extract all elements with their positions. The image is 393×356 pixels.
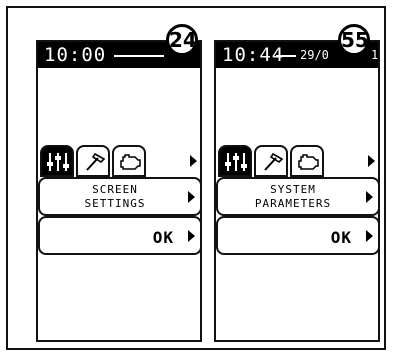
callout-number: 55	[338, 24, 370, 56]
ok-button[interactable]: OK	[216, 216, 380, 255]
ok-label: OK	[152, 228, 174, 247]
hammer-icon	[264, 152, 284, 171]
arrow-right-icon[interactable]	[368, 155, 375, 167]
ok-button[interactable]: OK	[38, 216, 202, 255]
menu-item-panel[interactable]: SCREEN SETTINGS	[38, 177, 202, 216]
hammer-icon	[86, 152, 106, 171]
ok-label: OK	[330, 228, 352, 247]
left-device-screen: 10:00 SCREEN SETTINGS OK	[36, 40, 202, 342]
figure-frame: 10:00 SCREEN SETTINGS OK 10:44 29/0 1 SY…	[6, 6, 386, 350]
status-bar-line	[114, 55, 164, 57]
tab-tools[interactable]	[254, 145, 288, 177]
date-text: 29/0	[300, 48, 329, 62]
status-bar-line	[276, 55, 296, 57]
tab-system[interactable]	[218, 145, 252, 177]
arrow-right-icon	[188, 230, 195, 242]
clock-time: 10:44	[222, 44, 285, 66]
menu-item-label: SCREEN SETTINGS	[84, 183, 146, 210]
date-tail: 1	[371, 48, 379, 62]
tab-engine[interactable]	[290, 145, 324, 177]
arrow-right-icon	[366, 191, 373, 203]
arrow-right-icon	[188, 191, 195, 203]
right-device-screen: 10:44 29/0 1 SYSTEM PARAMETERS OK	[214, 40, 380, 342]
arrow-right-icon[interactable]	[190, 155, 197, 167]
sliders-icon	[47, 153, 69, 171]
tab-tools[interactable]	[76, 145, 110, 177]
engine-icon	[298, 154, 319, 170]
tab-screen-settings[interactable]	[40, 145, 74, 177]
arrow-right-icon	[366, 230, 373, 242]
clock-time: 10:00	[44, 44, 107, 66]
engine-icon	[120, 154, 141, 170]
tab-engine[interactable]	[112, 145, 146, 177]
menu-item-panel[interactable]: SYSTEM PARAMETERS	[216, 177, 380, 216]
sliders-icon	[225, 153, 247, 171]
menu-item-label: SYSTEM PARAMETERS	[254, 183, 332, 210]
callout-number: 24	[166, 24, 198, 56]
